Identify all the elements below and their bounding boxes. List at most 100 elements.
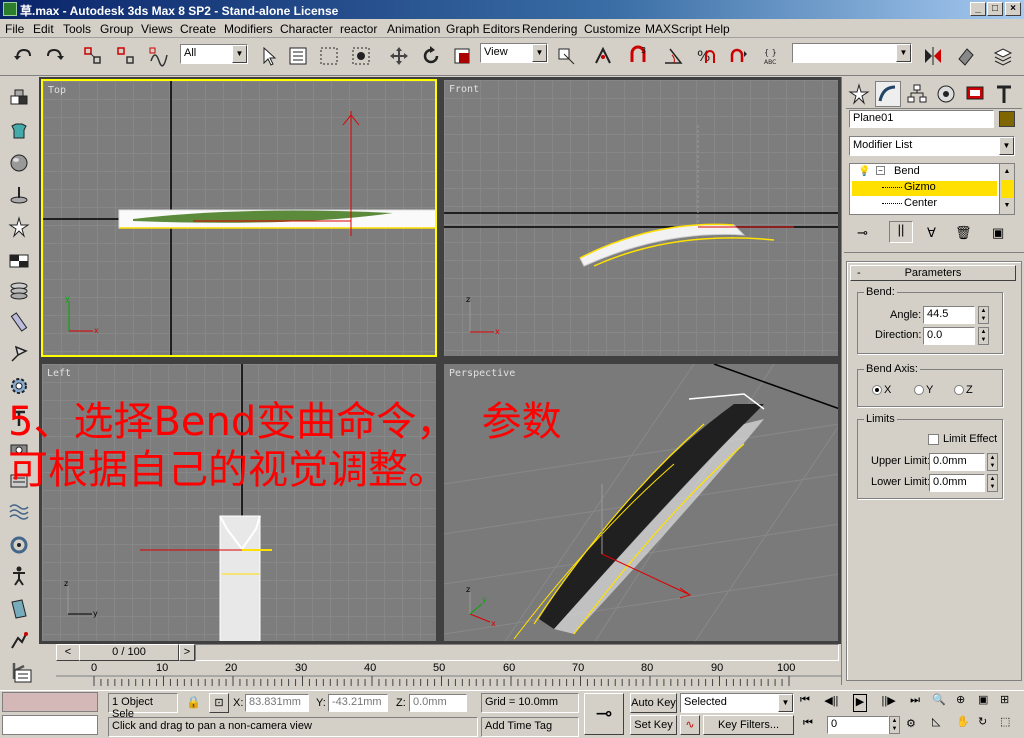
key-mode-toggle-icon[interactable]: ⏮ [803, 717, 813, 730]
add-time-tag[interactable]: Add Time Tag [481, 717, 579, 737]
select-and-scale-icon[interactable] [449, 43, 475, 69]
patch-grid-icon[interactable] [7, 249, 31, 273]
particle-icon[interactable] [7, 215, 31, 239]
bind-to-space-warp-icon[interactable] [145, 43, 171, 69]
hierarchy-tab-icon[interactable] [904, 81, 930, 107]
pin-stack-icon[interactable]: ⊸ [857, 225, 868, 241]
zoom-extents-all-icon[interactable]: ⊞ [1000, 693, 1009, 706]
key-mode-dropdown[interactable]: Selected ▼ [680, 693, 794, 713]
angle-spinner[interactable]: ▲ ▼ [978, 306, 989, 324]
unlink-selection-icon[interactable] [113, 43, 139, 69]
collapse-icon[interactable]: − [876, 166, 885, 175]
lock-icon[interactable]: 🔒 [186, 695, 201, 709]
select-and-rotate-icon[interactable] [418, 43, 444, 69]
time-config-icon[interactable]: ⚙ [906, 717, 916, 730]
menu-edit[interactable]: Edit [33, 22, 54, 36]
menu-character[interactable]: Character [280, 22, 333, 36]
direction-spinner[interactable]: ▲ ▼ [978, 327, 989, 345]
maximize-viewport-icon[interactable]: ⬚ [1000, 715, 1010, 728]
menu-tools[interactable]: Tools [63, 22, 91, 36]
y-coord-field[interactable]: -43.21mm [328, 694, 388, 712]
axis-y-radio[interactable]: Y [914, 384, 933, 396]
pivot-center-icon[interactable] [553, 43, 579, 69]
lower-limit-input[interactable]: 0.0mm [929, 474, 985, 492]
menu-file[interactable]: File [5, 22, 24, 36]
zoom-all-icon[interactable]: ⊕ [956, 693, 965, 706]
menu-help[interactable]: Help [705, 22, 730, 36]
scroll-thumb[interactable] [1001, 180, 1013, 198]
display-tab-icon[interactable] [962, 81, 988, 107]
field-of-view-icon[interactable]: ◺ [932, 715, 940, 728]
selection-filter-dropdown[interactable]: All ▼ [180, 44, 248, 64]
object-name-field[interactable]: Plane01 [849, 110, 994, 128]
manipulate-icon[interactable] [590, 43, 616, 69]
reference-coordinate-dropdown[interactable]: View ▼ [480, 43, 548, 63]
menu-group[interactable]: Group [100, 22, 133, 36]
layer-manager-icon[interactable] [990, 43, 1016, 69]
menu-maxscript[interactable]: MAXScript [645, 22, 702, 36]
select-and-link-icon[interactable] [80, 43, 106, 69]
go-to-end-icon[interactable]: ⏭ [910, 694, 920, 712]
cloth-icon[interactable] [7, 597, 31, 621]
modifier-stack-item-bend[interactable]: 💡 − Bend [850, 165, 998, 180]
current-frame-spinner[interactable]: ▲ ▼ [889, 716, 900, 734]
object-color-swatch[interactable] [999, 111, 1015, 127]
menu-reactor[interactable]: reactor [340, 22, 377, 36]
axis-x-radio[interactable]: X [872, 384, 891, 396]
redo-icon[interactable] [42, 43, 68, 69]
time-slider-thumb[interactable]: 0 / 100 [79, 644, 179, 661]
show-end-result-icon[interactable]: || [889, 221, 913, 243]
x-coord-field[interactable]: 83.831mm [245, 694, 309, 712]
lower-limit-spinner[interactable]: ▲ ▼ [987, 474, 998, 492]
pan-view-icon[interactable]: ✋ [956, 715, 970, 728]
reactor-icon[interactable] [7, 533, 31, 557]
menu-modifiers[interactable]: Modifiers [224, 22, 273, 36]
menu-create[interactable]: Create [180, 22, 216, 36]
key-filters-button[interactable]: Key Filters... [703, 715, 794, 735]
angle-input[interactable]: 44.5 [923, 306, 975, 324]
align-icon[interactable] [953, 43, 979, 69]
select-and-move-icon[interactable] [386, 43, 412, 69]
compound-icon[interactable] [7, 183, 31, 207]
edit-named-selection-icon[interactable]: { } ABC [760, 43, 786, 69]
spinner-snap-icon[interactable] [725, 43, 751, 69]
zoom-extents-icon[interactable]: ▣ [978, 693, 988, 706]
modifier-list-dropdown[interactable]: Modifier List ▼ [849, 136, 1015, 156]
go-to-start-icon[interactable]: ⏮ [800, 694, 810, 712]
upper-limit-spinner[interactable]: ▲ ▼ [987, 453, 998, 471]
current-frame-field[interactable]: 0 [827, 716, 889, 734]
hair-icon[interactable] [7, 629, 31, 653]
play-icon[interactable]: ▶ [852, 694, 868, 712]
axis-z-radio[interactable]: Z [954, 384, 973, 396]
auto-key-button[interactable]: Auto Key [630, 693, 677, 713]
configure-modifier-sets-icon[interactable]: ▣ [992, 225, 1004, 241]
biped-icon[interactable] [7, 564, 31, 588]
zoom-icon[interactable]: 🔍 [932, 693, 946, 706]
rectangular-selection-icon[interactable] [316, 43, 342, 69]
select-object-icon[interactable] [256, 43, 282, 69]
modifier-stack-item-gizmo[interactable]: Gizmo [852, 181, 997, 196]
helpers-icon[interactable] [7, 342, 31, 366]
utilities-tab-icon[interactable] [991, 81, 1017, 107]
menu-graph-editors[interactable]: Graph Editors [446, 22, 520, 36]
time-slider-bar[interactable] [195, 644, 839, 661]
create-tab-icon[interactable] [846, 81, 872, 107]
viewport-front[interactable]: Front z x [443, 79, 839, 357]
modifiers-gear-icon[interactable] [7, 374, 31, 398]
stack-scrollbar[interactable]: ▲ ▼ [999, 164, 1014, 214]
named-selection-dropdown[interactable]: ▼ [792, 43, 912, 63]
viewport-top[interactable]: Top y x [41, 79, 437, 357]
dynamics-icon[interactable] [7, 310, 31, 334]
scroll-down-icon[interactable]: ▼ [1000, 199, 1014, 213]
time-slider-prev[interactable]: < [56, 644, 80, 661]
parameters-rollout-header[interactable]: - Parameters [850, 265, 1016, 281]
sphere-icon[interactable] [7, 151, 31, 175]
undo-icon[interactable] [10, 43, 36, 69]
nurbs-icon[interactable] [7, 279, 31, 303]
motion-tab-icon[interactable] [933, 81, 959, 107]
angle-snap-icon[interactable] [660, 43, 686, 69]
modifier-stack-item-center[interactable]: Center [852, 197, 997, 212]
scroll-up-icon[interactable]: ▲ [1000, 164, 1014, 179]
limit-effect-checkbox[interactable]: Limit Effect [928, 433, 997, 445]
menu-customize[interactable]: Customize [584, 22, 641, 36]
